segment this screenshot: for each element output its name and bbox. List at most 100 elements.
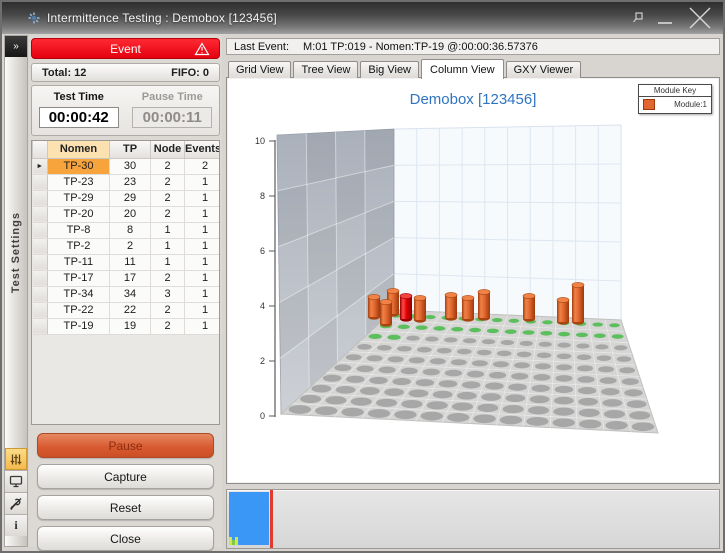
cell-node[interactable]: 2: [151, 302, 185, 318]
table-row[interactable]: TP-343431: [33, 286, 221, 302]
table-row[interactable]: TP-292921: [33, 190, 221, 206]
tab-grid-view[interactable]: Grid View: [228, 61, 291, 78]
tab-column-view[interactable]: Column View: [421, 59, 504, 79]
cell-tp[interactable]: 2: [110, 238, 151, 254]
close-button[interactable]: [687, 6, 713, 30]
timeline-scrubber[interactable]: [226, 489, 720, 549]
cell-tp[interactable]: 17: [110, 270, 151, 286]
table-row[interactable]: ►TP-303022: [33, 158, 221, 174]
pause-button[interactable]: Pause: [37, 433, 214, 458]
cell-tp[interactable]: 23: [110, 174, 151, 190]
tab-big-view[interactable]: Big View: [360, 61, 419, 78]
column-header-nomen[interactable]: Nomen: [48, 141, 110, 158]
cell-tp[interactable]: 19: [110, 318, 151, 334]
title-bar: Intermittence Testing : Demobox [123456]: [2, 2, 723, 34]
row-selector[interactable]: [33, 270, 48, 286]
cell-events[interactable]: 1: [185, 302, 221, 318]
timeline-cursor[interactable]: [270, 490, 273, 548]
row-selector[interactable]: [33, 238, 48, 254]
cell-tp[interactable]: 11: [110, 254, 151, 270]
tools-icon[interactable]: [5, 492, 27, 514]
cell-tp[interactable]: 20: [110, 206, 151, 222]
cell-events[interactable]: 1: [185, 190, 221, 206]
cell-events[interactable]: 1: [185, 270, 221, 286]
cell-node[interactable]: 2: [151, 174, 185, 190]
pause-time-value: 00:00:11: [132, 107, 212, 128]
warning-icon: [194, 42, 210, 56]
cell-node[interactable]: 1: [151, 238, 185, 254]
cell-events[interactable]: 1: [185, 254, 221, 270]
cell-nomen[interactable]: TP-20: [48, 206, 110, 222]
table-row[interactable]: TP-222221: [33, 302, 221, 318]
cell-node[interactable]: 2: [151, 318, 185, 334]
fifo-count: FIFO: 0: [171, 67, 209, 79]
cell-nomen[interactable]: TP-17: [48, 270, 110, 286]
column-header-tp[interactable]: TP: [110, 141, 151, 158]
row-selector[interactable]: [33, 318, 48, 334]
column-header-events[interactable]: Events▾: [185, 141, 221, 158]
totals-bar: Total: 12 FIFO: 0: [31, 63, 220, 82]
row-selector[interactable]: [33, 190, 48, 206]
cell-nomen[interactable]: TP-22: [48, 302, 110, 318]
cell-tp[interactable]: 8: [110, 222, 151, 238]
info-icon[interactable]: i: [5, 514, 27, 536]
capture-button[interactable]: Capture: [37, 464, 214, 489]
cell-events[interactable]: 1: [185, 238, 221, 254]
row-selector[interactable]: [33, 302, 48, 318]
cell-nomen[interactable]: TP-8: [48, 222, 110, 238]
cell-events[interactable]: 1: [185, 286, 221, 302]
monitor-icon[interactable]: [5, 470, 27, 492]
test-settings-panel: Event Total: 12 FIFO: 0 Test Time 00:00:…: [29, 36, 222, 547]
table-row[interactable]: TP-2211: [33, 238, 221, 254]
cell-events[interactable]: 1: [185, 318, 221, 334]
legend-title: Module Key: [639, 85, 711, 97]
minimize-button[interactable]: [657, 11, 673, 25]
cell-tp[interactable]: 22: [110, 302, 151, 318]
cell-tp[interactable]: 34: [110, 286, 151, 302]
cell-node[interactable]: 1: [151, 254, 185, 270]
cell-node[interactable]: 2: [151, 190, 185, 206]
cell-node[interactable]: 1: [151, 222, 185, 238]
row-selector[interactable]: [33, 222, 48, 238]
reset-button[interactable]: Reset: [37, 495, 214, 520]
tab-tree-view[interactable]: Tree View: [293, 61, 358, 78]
rail-label: Test Settings: [10, 212, 22, 293]
table-row[interactable]: TP-8811: [33, 222, 221, 238]
column-header-node[interactable]: Node: [151, 141, 185, 158]
cell-nomen[interactable]: TP-30: [48, 158, 110, 174]
cell-nomen[interactable]: TP-29: [48, 190, 110, 206]
event-button[interactable]: Event: [31, 38, 220, 59]
svg-text:2: 2: [260, 356, 265, 366]
row-selector[interactable]: ►: [33, 158, 48, 174]
table-row[interactable]: TP-111111: [33, 254, 221, 270]
cell-node[interactable]: 2: [151, 158, 185, 174]
cell-events[interactable]: 1: [185, 222, 221, 238]
cell-events[interactable]: 1: [185, 174, 221, 190]
table-row[interactable]: TP-171721: [33, 270, 221, 286]
table-row[interactable]: TP-191921: [33, 318, 221, 334]
cell-nomen[interactable]: TP-23: [48, 174, 110, 190]
row-selector[interactable]: [33, 174, 48, 190]
cell-events[interactable]: 1: [185, 206, 221, 222]
row-selector[interactable]: [33, 206, 48, 222]
cell-events[interactable]: 2: [185, 158, 221, 174]
cell-tp[interactable]: 30: [110, 158, 151, 174]
cell-nomen[interactable]: TP-11: [48, 254, 110, 270]
cell-node[interactable]: 2: [151, 270, 185, 286]
tab-gxy-viewer[interactable]: GXY Viewer: [506, 61, 582, 78]
cell-node[interactable]: 2: [151, 206, 185, 222]
cell-nomen[interactable]: TP-34: [48, 286, 110, 302]
row-selector[interactable]: [33, 254, 48, 270]
close-test-button[interactable]: Close: [37, 526, 214, 551]
cell-nomen[interactable]: TP-19: [48, 318, 110, 334]
table-row[interactable]: TP-232321: [33, 174, 221, 190]
cell-node[interactable]: 3: [151, 286, 185, 302]
sliders-icon[interactable]: [5, 448, 27, 470]
cell-tp[interactable]: 29: [110, 190, 151, 206]
app-window: Intermittence Testing : Demobox [123456]…: [0, 0, 725, 553]
rail-collapse-button[interactable]: »: [5, 36, 27, 57]
cell-nomen[interactable]: TP-2: [48, 238, 110, 254]
table-row[interactable]: TP-202021: [33, 206, 221, 222]
row-selector[interactable]: [33, 286, 48, 302]
pin-icon[interactable]: [633, 12, 643, 24]
